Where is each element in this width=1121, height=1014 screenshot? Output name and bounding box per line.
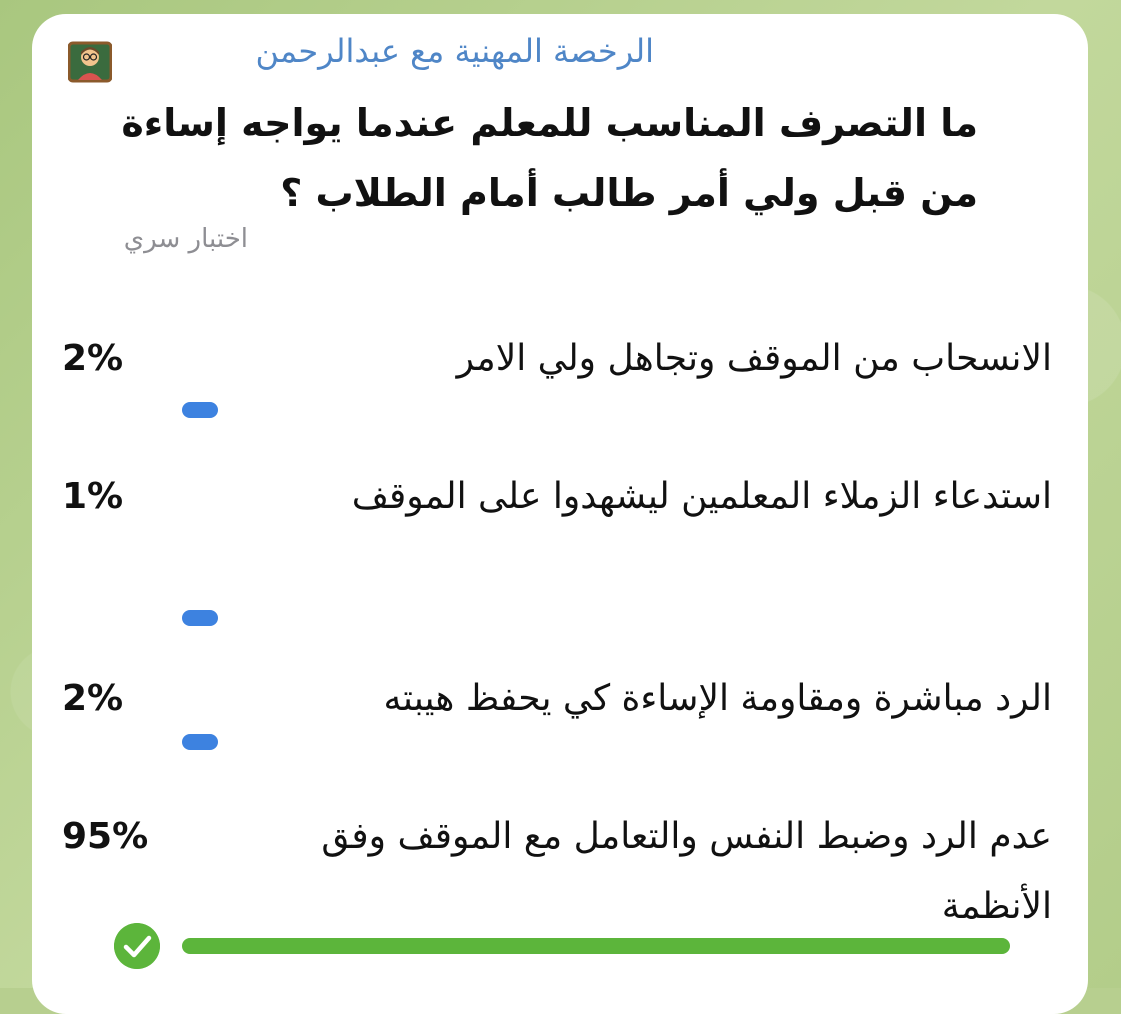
option-percent: 1% [62, 476, 124, 517]
option-bar-fill [182, 610, 218, 626]
option-text: عدم الرد وضبط النفس والتعامل مع الموقف و… [321, 816, 1052, 927]
option-percent: 95% [62, 816, 149, 857]
option-text: الانسحاب من الموقف وتجاهل ولي الامر [456, 338, 1052, 379]
check-circle-icon [114, 923, 160, 969]
option-text: استدعاء الزملاء المعلمين ليشهدوا على الم… [351, 476, 1052, 517]
poll-message-bubble: الرخصة المهنية مع عبدالرحمن ما التصرف ال… [32, 14, 1088, 1014]
option-bar-fill [182, 402, 218, 418]
option-bar-fill [182, 938, 1011, 954]
teacher-emoji-icon [68, 41, 112, 83]
option-bar-fill [182, 734, 218, 750]
option-percent: 2% [62, 678, 124, 719]
quiz-type-label: اختبار سري [123, 224, 248, 254]
option-bar-track [182, 402, 1054, 418]
message-header: الرخصة المهنية مع عبدالرحمن [32, 32, 1088, 83]
option-percent: 2% [62, 338, 124, 379]
option-bar-track [182, 734, 1054, 750]
sender-name[interactable]: الرخصة المهنية مع عبدالرحمن [255, 32, 654, 70]
poll-question: ما التصرف المناسب للمعلم عندما يواجه إسا… [121, 101, 978, 215]
option-bar-track [182, 938, 1054, 954]
option-text: الرد مباشرة ومقاومة الإساءة كي يحفظ هيبت… [383, 678, 1052, 719]
option-bar-track [182, 610, 1054, 626]
